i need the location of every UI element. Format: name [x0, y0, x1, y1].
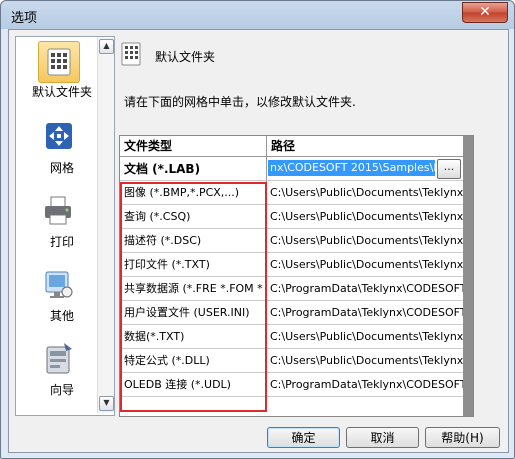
printer-icon [38, 191, 78, 231]
sidebar-item-print[interactable]: 打印 [22, 189, 98, 257]
path-cell[interactable]: C:\ProgramData\Teklynx\CODESOFT 20 [267, 373, 463, 397]
path-cell[interactable]: C:\Users\Public\Documents\Teklynx\COD [267, 229, 463, 253]
dialog-body: 默认文件夹 网格 打印 其他 向导 ▲ ▼ 默认文件夹 请在下面的网格中单击，以… [8, 29, 509, 453]
panel-title: 默认文件夹 [155, 50, 216, 64]
sidebar-scrollbar[interactable]: ▲ ▼ [97, 37, 114, 413]
file-type-cell: 特定公式 (*.DLL) [120, 349, 267, 373]
file-type-cell: 查询 (*.CSQ) [120, 205, 267, 229]
column-header-path: 路径 [271, 139, 296, 153]
folder-settings-icon [38, 41, 80, 83]
scroll-down-icon[interactable]: ▼ [99, 396, 114, 411]
panel-header: 默认文件夹 [117, 36, 501, 76]
file-type-cell: 文档 (*.LAB) [120, 157, 267, 181]
browse-button[interactable]: ... [437, 159, 461, 179]
sidebar-item-label: 其他 [49, 309, 74, 323]
sidebar-item-other[interactable]: 其他 [22, 263, 98, 331]
column-header-file-type: 文件类型 [120, 136, 267, 156]
grid-icon [38, 117, 78, 157]
sidebar-item-default-folders[interactable]: 默认文件夹 [22, 39, 98, 107]
window-title: 选项 [11, 11, 38, 26]
table-row[interactable]: 打印文件 (*.TXT) C:\Users\Public\Documents\T… [120, 253, 473, 277]
path-cell[interactable]: C:\Users\Public\Documents\Teklynx\COD [267, 253, 463, 277]
path-cell[interactable]: C:\Users\Public\Documents\Teklynx\COD [267, 325, 463, 349]
help-button[interactable]: 帮助(H) [425, 427, 500, 448]
sidebar-item-label: 向导 [49, 383, 74, 397]
file-type-cell: 数据(*.TXT) [120, 325, 267, 349]
sidebar-item-label: 网格 [49, 161, 74, 175]
table-row[interactable]: 描述符 (*.DSC) C:\Users\Public\Documents\Te… [120, 229, 473, 253]
table-row[interactable]: 查询 (*.CSQ) C:\Users\Public\Documents\Tek… [120, 205, 473, 229]
table-row[interactable]: 数据(*.TXT) C:\Users\Public\Documents\Tekl… [120, 325, 473, 349]
table-row[interactable]: 共享数据源 (*.FRE *.FOM * C:\ProgramData\Tekl… [120, 277, 473, 301]
file-type-cell: 打印文件 (*.TXT) [120, 253, 267, 277]
sidebar-item-grid[interactable]: 网格 [22, 115, 98, 183]
scroll-up-icon[interactable]: ▲ [99, 39, 114, 54]
sidebar-item-label: 打印 [49, 235, 74, 249]
folder-settings-icon [117, 40, 145, 68]
category-sidebar: 默认文件夹 网格 打印 其他 向导 ▲ ▼ [15, 36, 115, 416]
file-type-cell: OLEDB 连接 (*.UDL) [120, 373, 267, 397]
ok-button[interactable]: 确定 [267, 427, 340, 448]
file-type-cell: 共享数据源 (*.FRE *.FOM * [120, 277, 267, 301]
sidebar-item-wizard[interactable]: 向导 [22, 337, 98, 405]
sidebar-item-label: 默认文件夹 [31, 85, 92, 99]
file-type-cell: 图像 (*.BMP,*.PCX,...) [120, 181, 267, 205]
options-dialog: 选项 ✕ 默认文件夹 网格 打印 其他 向导 ▲ ▼ 默认文件夹 请在下面的网格… [0, 0, 515, 459]
path-cell[interactable]: C:\Users\Public\Documents\Teklynx\COD [267, 205, 463, 229]
file-type-cell: 用户设置文件 (USER.INI) [120, 301, 267, 325]
table-row[interactable]: 文档 (*.LAB) nx\CODESOFT 2015\Samples\Labe… [120, 157, 473, 181]
instruction-text: 请在下面的网格中单击，以修改默认文件夹. [124, 95, 356, 109]
title-bar: 选项 ✕ [1, 1, 514, 29]
other-settings-icon [38, 265, 78, 305]
table-row[interactable]: 特定公式 (*.DLL) C:\Users\Public\Documents\T… [120, 349, 473, 373]
table-row[interactable]: 图像 (*.BMP,*.PCX,...) C:\Users\Public\Doc… [120, 181, 473, 205]
cancel-button[interactable]: 取消 [346, 427, 419, 448]
grid-scrollbar[interactable] [463, 136, 473, 416]
wizard-icon [38, 339, 78, 379]
file-type-cell: 描述符 (*.DSC) [120, 229, 267, 253]
close-button[interactable]: ✕ [462, 2, 508, 23]
path-cell[interactable]: C:\Users\Public\Documents\Teklynx\COD [267, 181, 463, 205]
table-row[interactable]: 用户设置文件 (USER.INI) C:\ProgramData\Teklynx… [120, 301, 473, 325]
path-cell[interactable]: C:\ProgramData\Teklynx\CODESOFT 20 [267, 277, 463, 301]
path-cell[interactable]: C:\ProgramData\Teklynx\CODESOFT 20 [267, 301, 463, 325]
path-edit-field[interactable]: nx\CODESOFT 2015\Samples\Labels [268, 160, 435, 176]
table-row[interactable]: OLEDB 连接 (*.UDL) C:\ProgramData\Teklynx\… [120, 373, 473, 397]
grid-header: 文件类型 路径 [120, 136, 473, 157]
folder-grid: 文件类型 路径 文档 (*.LAB) nx\CODESOFT 2015\Samp… [119, 135, 474, 417]
path-cell[interactable]: C:\Users\Public\Documents\Teklynx\COD [267, 349, 463, 373]
path-cell[interactable]: nx\CODESOFT 2015\Samples\Labels ... [267, 157, 463, 181]
